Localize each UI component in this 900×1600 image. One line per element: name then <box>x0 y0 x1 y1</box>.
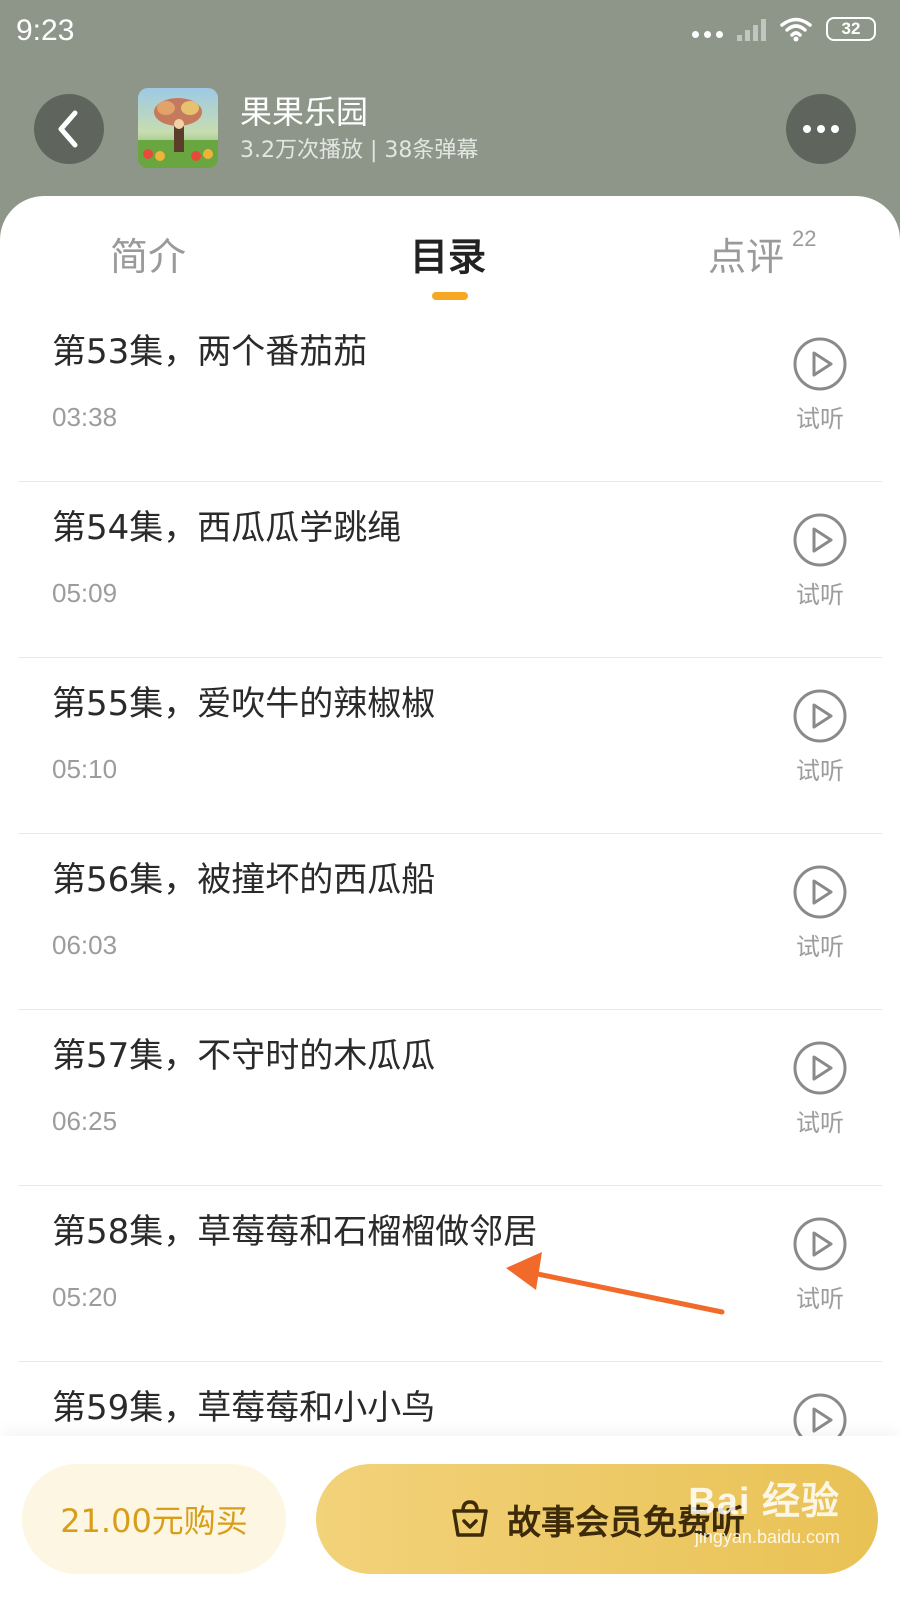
album-cover-art <box>138 98 218 168</box>
play-icon[interactable] <box>792 1216 848 1272</box>
episode-row[interactable]: 第54集，西瓜瓜学跳绳 05:09 试听 <box>18 482 882 658</box>
episode-title: 第53集，两个番茄茄 <box>52 332 368 372</box>
tab-catalog[interactable]: 目录 <box>410 234 486 280</box>
trial-listen-label[interactable]: 试听 <box>792 932 848 962</box>
episode-row[interactable]: 第58集，草莓莓和石榴榴做邻居 05:20 试听 <box>18 1186 882 1362</box>
tab-review[interactable]: 点评 <box>708 234 784 280</box>
more-dot-icon <box>817 125 825 133</box>
trial-listen-label[interactable]: 试听 <box>792 404 848 434</box>
play-icon[interactable] <box>792 1040 848 1096</box>
watermark: Bai 经验 jingyan.baidu.com <box>688 1470 840 1548</box>
watermark-url: jingyan.baidu.com <box>694 1527 840 1547</box>
episode-title: 第55集，爱吹牛的辣椒椒 <box>52 684 436 724</box>
trial-listen-label[interactable]: 试听 <box>792 1284 848 1314</box>
active-tab-indicator <box>432 292 468 300</box>
album-stats: 3.2万次播放 | 38条弹幕 <box>240 138 479 163</box>
episode-title: 第58集，草莓莓和石榴榴做邻居 <box>52 1212 538 1252</box>
battery-indicator: 32 <box>826 17 876 41</box>
status-time: 9:23 <box>16 14 75 47</box>
episode-row[interactable]: 第57集，不守时的木瓜瓜 06:25 试听 <box>18 1010 882 1186</box>
album-cover-image[interactable] <box>138 88 218 168</box>
episode-title: 第56集，被撞坏的西瓜船 <box>52 860 436 900</box>
tab-bar: 简介 目录 点评 22 <box>0 196 900 306</box>
episode-title: 第59集，草莓莓和小小鸟 <box>52 1388 436 1428</box>
episode-duration: 06:03 <box>52 930 118 960</box>
crown-bag-icon <box>452 1500 488 1537</box>
review-count-badge: 22 <box>792 226 817 251</box>
buy-button[interactable]: 21.00元购买 <box>22 1464 286 1574</box>
content-sheet: 简介 目录 点评 22 第53集，两个番茄茄 03:38 试听 第54集，西瓜瓜… <box>0 196 900 1600</box>
play-icon[interactable] <box>792 864 848 920</box>
more-options-button[interactable] <box>786 94 856 164</box>
trial-listen-label[interactable]: 试听 <box>792 580 848 610</box>
album-header: 果果乐园 3.2万次播放 | 38条弹幕 <box>0 64 900 200</box>
episode-duration: 05:20 <box>52 1282 118 1312</box>
episode-title: 第57集，不守时的木瓜瓜 <box>52 1036 436 1076</box>
episode-row[interactable]: 第55集，爱吹牛的辣椒椒 05:10 试听 <box>18 658 882 834</box>
album-info: 果果乐园 3.2万次播放 | 38条弹幕 <box>240 92 478 168</box>
episode-duration: 03:38 <box>52 402 118 432</box>
watermark-main: Bai 经验 <box>688 1481 840 1523</box>
wifi-icon <box>780 17 812 42</box>
play-icon[interactable] <box>792 336 848 392</box>
play-icon[interactable] <box>792 688 848 744</box>
status-bar: 9:23 32 <box>0 0 900 64</box>
episode-row[interactable]: 第53集，两个番茄茄 03:38 试听 <box>18 306 882 482</box>
episode-list: 第53集，两个番茄茄 03:38 试听 第54集，西瓜瓜学跳绳 05:09 试听… <box>0 306 900 1538</box>
more-dot-icon <box>803 125 811 133</box>
back-button[interactable] <box>34 94 104 164</box>
more-notifications-icon <box>692 21 723 38</box>
chevron-left-icon <box>58 110 78 148</box>
status-icons: 32 <box>692 16 876 42</box>
episode-duration: 06:25 <box>52 1106 118 1136</box>
episode-duration: 05:09 <box>52 578 118 608</box>
trial-listen-label[interactable]: 试听 <box>792 1108 848 1138</box>
episode-row[interactable]: 第56集，被撞坏的西瓜船 06:03 试听 <box>18 834 882 1010</box>
trial-listen-label[interactable]: 试听 <box>792 756 848 786</box>
episode-duration: 05:10 <box>52 754 118 784</box>
signal-icon <box>737 17 766 41</box>
play-icon[interactable] <box>792 512 848 568</box>
album-title: 果果乐园 <box>240 93 369 131</box>
more-dot-icon <box>831 125 839 133</box>
tab-intro[interactable]: 简介 <box>110 234 186 280</box>
episode-title: 第54集，西瓜瓜学跳绳 <box>52 508 402 548</box>
